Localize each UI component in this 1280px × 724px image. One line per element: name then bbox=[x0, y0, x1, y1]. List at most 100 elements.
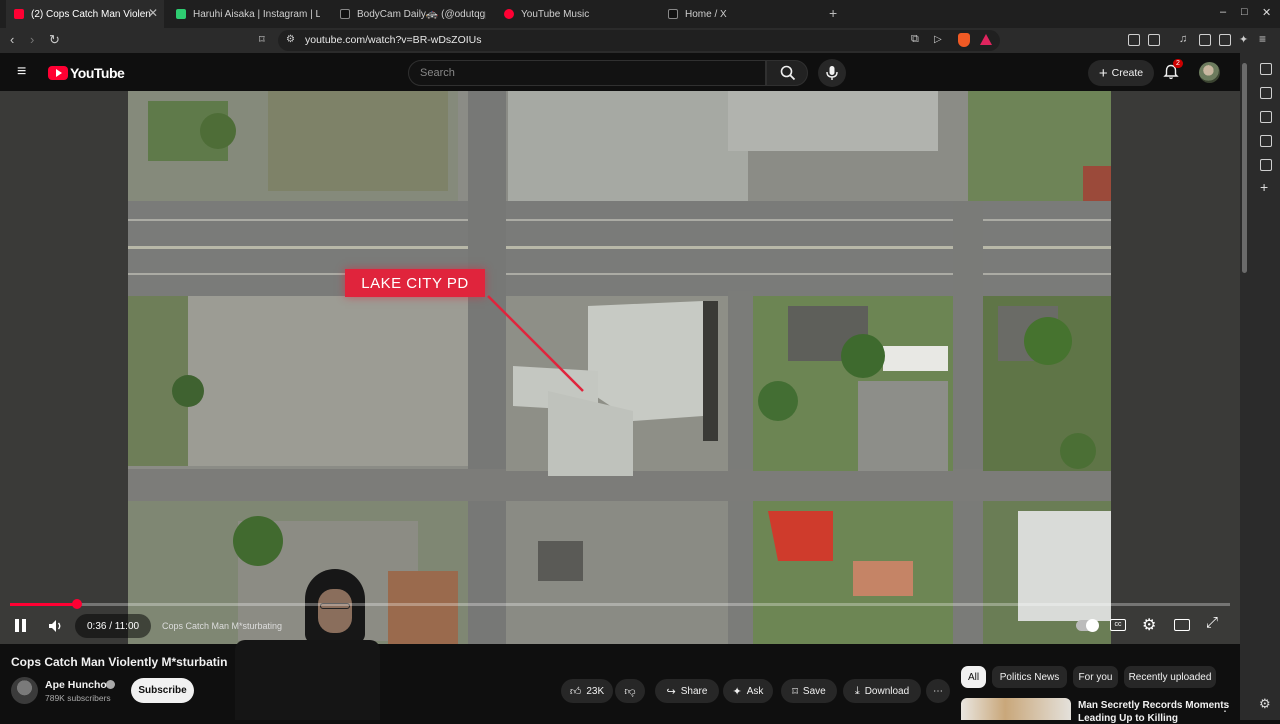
playlist-panel-icon[interactable] bbox=[1260, 159, 1272, 171]
miniplayer-icon[interactable] bbox=[1174, 619, 1190, 631]
url-text[interactable]: youtube.com/watch?v=BR-wDsZOIUs bbox=[305, 34, 482, 46]
browser-sidebar: + ⚙ bbox=[1240, 53, 1280, 720]
recommended-title-line1[interactable]: Man Secretly Records Moments bbox=[1078, 700, 1229, 711]
browser-tab-x[interactable]: Home / X bbox=[662, 0, 812, 28]
webcam-overlay-lower bbox=[235, 640, 380, 720]
channel-avatar[interactable] bbox=[11, 677, 38, 704]
leo-ai-icon[interactable]: ✦ bbox=[1239, 33, 1248, 46]
bookmark-icon[interactable]: ⌑ bbox=[259, 33, 265, 46]
leo-sidebar-icon[interactable] bbox=[1260, 63, 1272, 75]
add-panel-icon[interactable]: + bbox=[1260, 179, 1268, 195]
new-tab-button[interactable]: + bbox=[829, 5, 837, 21]
chip-all[interactable]: All bbox=[961, 666, 986, 688]
create-button[interactable]: + Create bbox=[1088, 60, 1154, 86]
search-input[interactable]: Search bbox=[408, 60, 766, 86]
search-placeholder: Search bbox=[420, 67, 455, 79]
microphone-icon bbox=[826, 66, 838, 80]
voice-search-button[interactable] bbox=[818, 59, 846, 87]
recommended-more-icon[interactable]: ⋮ bbox=[1219, 700, 1231, 714]
guide-menu-icon[interactable]: ≡ bbox=[17, 63, 26, 81]
sidebar-settings-icon[interactable]: ⚙ bbox=[1259, 696, 1271, 712]
thumbs-up-icon: 👍︎ bbox=[569, 685, 582, 698]
create-label: Create bbox=[1111, 67, 1144, 79]
menu-icon[interactable]: ≡ bbox=[1259, 32, 1266, 46]
tab-search-icon[interactable] bbox=[1148, 34, 1160, 46]
pause-icon bbox=[15, 619, 19, 632]
share-button[interactable]: ↪ Share bbox=[655, 679, 719, 703]
close-window-button[interactable]: ✕ bbox=[1262, 6, 1271, 19]
subscribe-button[interactable]: Subscribe bbox=[131, 678, 194, 703]
chip-for-you[interactable]: For you bbox=[1073, 666, 1118, 688]
brave-shields-icon[interactable] bbox=[958, 33, 970, 47]
back-icon[interactable]: ‹ bbox=[10, 32, 14, 47]
page-scrollbar[interactable] bbox=[1242, 63, 1247, 273]
volume-icon[interactable] bbox=[48, 618, 64, 634]
recommended-title-line2[interactable]: Leading Up to Killing bbox=[1078, 713, 1178, 724]
time-text: 0:36 / 11:00 bbox=[87, 620, 140, 632]
chip-label: For you bbox=[1078, 671, 1113, 683]
youtube-logo[interactable]: YouTube bbox=[48, 65, 125, 81]
bookmarks-panel-icon[interactable] bbox=[1260, 111, 1272, 123]
search-icon bbox=[780, 65, 796, 81]
browser-tab-youtube-music[interactable]: YouTube Music bbox=[498, 0, 648, 28]
history-panel-icon[interactable] bbox=[1260, 135, 1272, 147]
browser-tab-instagram[interactable]: Haruhi Aisaka | Instagram | Lin bbox=[170, 0, 320, 28]
browser-tab-tiktok[interactable]: BodyCam Daily🚓 (@odutqgp71 bbox=[334, 0, 486, 28]
player-controls: 0:36 / 11:00 Cops Catch Man M*sturbating… bbox=[0, 599, 1240, 645]
thumbs-down-icon: 👎︎ bbox=[624, 685, 636, 698]
dislike-button[interactable]: 👎︎ bbox=[615, 679, 645, 703]
location-label-text: LAKE CITY PD bbox=[361, 274, 469, 292]
sparkle-icon: ✦ bbox=[732, 685, 742, 698]
chapter-title[interactable]: Cops Catch Man M*sturbating bbox=[162, 621, 282, 631]
send-to-device-icon[interactable]: ▷ bbox=[934, 34, 942, 45]
maximize-window-button[interactable]: □ bbox=[1241, 6, 1248, 18]
avatar[interactable] bbox=[1199, 62, 1220, 83]
media-controls-icon[interactable]: ♫ bbox=[1179, 33, 1187, 45]
youtube-header: ≡ YouTube Search + Create 2 bbox=[0, 53, 1240, 91]
settings-gear-icon[interactable]: ⚙ bbox=[1142, 615, 1156, 635]
captions-icon[interactable]: cc bbox=[1110, 619, 1126, 631]
browser-tab-youtube[interactable]: (2) Cops Catch Man Violen bbox=[6, 0, 164, 28]
browser-toolbar: ‹ › ↻ ⌑ ⚙ youtube.com/watch?v=BR-wDsZOIU… bbox=[0, 28, 1280, 53]
progress-scrubber[interactable] bbox=[72, 599, 83, 609]
tab-title: YouTube Music bbox=[521, 8, 590, 20]
instagram-favicon-icon bbox=[176, 9, 186, 19]
ask-button[interactable]: ✦ Ask bbox=[723, 679, 773, 703]
video-player[interactable]: LAKE CITY PD bbox=[0, 91, 1240, 644]
minimize-window-button[interactable]: – bbox=[1220, 6, 1226, 18]
channel-name[interactable]: Ape Huncho bbox=[45, 679, 107, 691]
forward-icon[interactable]: › bbox=[30, 32, 34, 47]
sidebar-toggle-icon[interactable] bbox=[1199, 34, 1211, 46]
brave-rewards-icon[interactable] bbox=[980, 34, 992, 45]
site-info-icon[interactable]: ⚙ bbox=[286, 34, 295, 45]
youtube-play-logo-icon bbox=[48, 66, 68, 80]
like-button[interactable]: 👍︎ 23K bbox=[561, 679, 613, 703]
fullscreen-icon[interactable]: ⤢ bbox=[1206, 614, 1218, 631]
reload-icon[interactable]: ↻ bbox=[49, 32, 60, 48]
save-button[interactable]: ⌑ Save bbox=[781, 679, 837, 703]
more-actions-button[interactable]: ⋯ bbox=[926, 679, 950, 703]
autoplay-toggle[interactable] bbox=[1076, 619, 1099, 632]
download-button[interactable]: ⤓ Download bbox=[843, 679, 921, 703]
pause-button[interactable] bbox=[14, 619, 28, 633]
close-tab-icon[interactable]: ✕ bbox=[148, 6, 158, 20]
recommended-thumbnail[interactable] bbox=[961, 698, 1071, 720]
download-label: Download bbox=[864, 685, 910, 697]
browser-tab-strip: (2) Cops Catch Man Violen ✕ Haruhi Aisak… bbox=[0, 0, 1280, 28]
location-label-overlay: LAKE CITY PD bbox=[345, 269, 485, 297]
reading-list-icon[interactable] bbox=[1260, 87, 1272, 99]
subscriber-count: 789K subscribers bbox=[45, 693, 111, 703]
open-in-app-icon[interactable]: ⧉ bbox=[911, 33, 919, 46]
share-label: Share bbox=[680, 685, 708, 697]
subscribe-label: Subscribe bbox=[138, 685, 187, 696]
chip-recently-uploaded[interactable]: Recently uploaded bbox=[1124, 666, 1216, 688]
notifications-button[interactable]: 2 bbox=[1163, 59, 1183, 82]
search-button[interactable] bbox=[766, 60, 808, 86]
chip-politics-news[interactable]: Politics News bbox=[992, 666, 1067, 688]
youtube-logo-text: YouTube bbox=[70, 65, 125, 81]
bookmark-save-icon: ⌑ bbox=[792, 685, 798, 698]
progress-bar[interactable] bbox=[10, 599, 1230, 609]
extensions-icon[interactable] bbox=[1128, 34, 1140, 46]
wallet-icon[interactable] bbox=[1219, 34, 1231, 46]
chip-label: All bbox=[967, 671, 980, 683]
